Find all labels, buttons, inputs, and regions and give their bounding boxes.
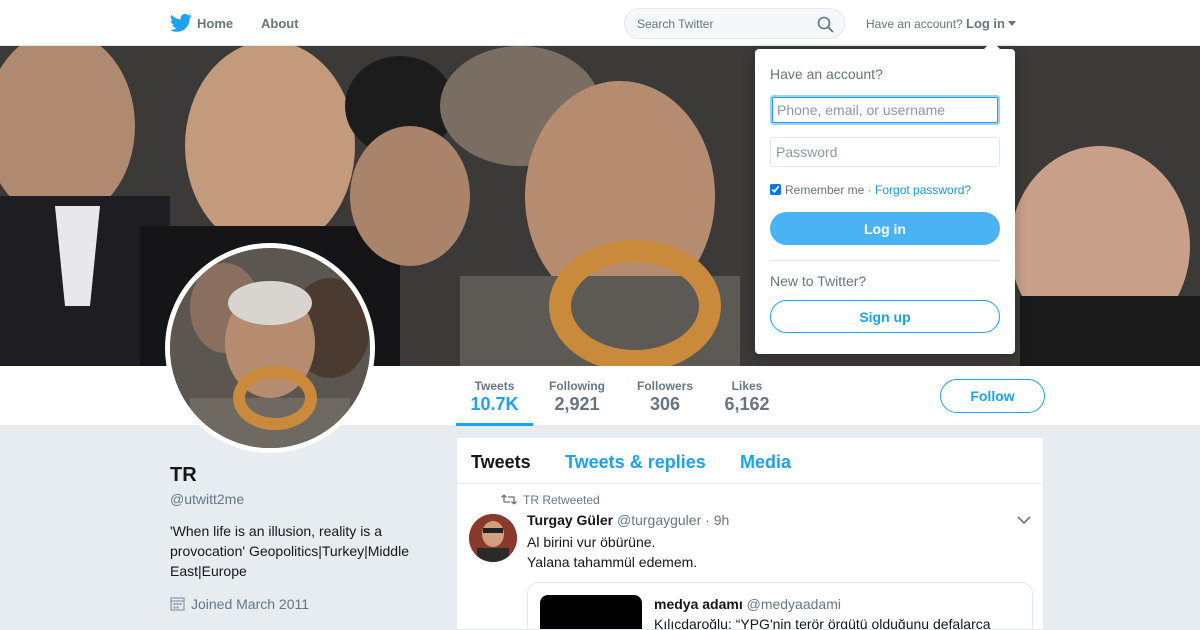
tweet-timestamp[interactable]: · 9h (705, 512, 729, 528)
stat-tweets[interactable]: Tweets 10.7K (456, 366, 533, 426)
tab-tweets[interactable]: Tweets (471, 452, 531, 473)
profile-avatar[interactable] (165, 243, 375, 453)
quoted-tweet-media[interactable] (540, 595, 642, 629)
stat-label: Likes (731, 379, 763, 393)
forgot-password-link[interactable]: Forgot password? (875, 183, 971, 197)
stat-followers[interactable]: Followers 306 (630, 366, 700, 426)
tweet-author-avatar[interactable] (469, 514, 517, 562)
stat-value: 6,162 (724, 394, 770, 414)
login-button[interactable]: Log in (770, 212, 1000, 245)
retweet-icon (501, 494, 517, 505)
separator-dot: · (864, 183, 876, 197)
username-field[interactable] (770, 95, 1000, 125)
retweet-context: TR Retweeted (501, 493, 600, 507)
remember-me-checkbox[interactable] (770, 184, 781, 195)
tweet-author-name[interactable]: Turgay Güler (527, 512, 613, 528)
tab-media[interactable]: Media (740, 452, 791, 473)
quoted-tweet-text: Kılıçdaroğlu: “YPG'nin terör örgütü oldu… (654, 616, 991, 630)
login-dropdown-title: Have an account? (770, 66, 883, 82)
quoted-tweet[interactable]: medya adamı @medyaadami Kılıçdaroğlu: “Y… (527, 582, 1033, 630)
remember-row: Remember me · Forgot password? (770, 183, 971, 197)
tab-tweets-replies[interactable]: Tweets & replies (565, 452, 706, 473)
twitter-bird-icon[interactable] (170, 13, 192, 33)
login-menu-link[interactable]: Log in (966, 16, 1005, 31)
search-box[interactable]: Search Twitter (624, 8, 845, 39)
tweet-author-handle[interactable]: @turgayguler (617, 512, 701, 528)
chevron-down-icon[interactable] (1017, 515, 1031, 525)
profile-name[interactable]: TR (170, 464, 197, 487)
search-input[interactable]: Search Twitter (637, 17, 713, 31)
stat-following[interactable]: Following 2,921 (540, 366, 614, 426)
quoted-author-name: medya adamı (654, 596, 743, 612)
retweet-label[interactable]: TR Retweeted (523, 493, 600, 507)
follow-button[interactable]: Follow (940, 379, 1045, 413)
signup-button[interactable]: Sign up (770, 300, 1000, 333)
divider (770, 260, 1000, 261)
remember-me-label[interactable]: Remember me (785, 183, 864, 197)
search-icon[interactable] (817, 16, 834, 33)
tweet-text: Al birini vur öbürüne. Yalana tahammül e… (527, 532, 697, 572)
have-account-text: Have an account? (866, 17, 963, 31)
nav-home-link[interactable]: Home (197, 16, 233, 31)
quoted-author-handle: @medyaadami (746, 596, 841, 612)
tweet-header: Turgay Güler @turgayguler · 9h (527, 512, 729, 528)
stat-value: 306 (649, 394, 681, 414)
stat-label: Followers (636, 379, 693, 393)
nav-about-link[interactable]: About (261, 16, 299, 31)
stat-value: 2,921 (554, 394, 600, 414)
stat-label: Following (549, 379, 605, 393)
top-navigation-bar: Home About Search Twitter Have an accoun… (0, 0, 1200, 46)
login-dropdown: Have an account? Remember me · Forgot pa… (755, 41, 1015, 354)
profile-joined-date: Joined March 2011 (170, 596, 309, 612)
stat-value: 10.7K (470, 394, 519, 414)
timeline: Tweets Tweets & replies Media TR Retweet… (456, 437, 1044, 630)
profile-bio: 'When life is an illusion, reality is a … (170, 523, 409, 579)
calendar-icon (170, 597, 185, 611)
profile-handle[interactable]: @utwitt2me (170, 491, 244, 507)
caret-down-icon[interactable] (1008, 21, 1016, 26)
quoted-tweet-header: medya adamı @medyaadami (654, 596, 841, 612)
new-to-twitter-text: New to Twitter? (770, 273, 867, 289)
tweet-text-line: Al birini vur öbürüne. (527, 534, 656, 550)
stat-label: Tweets (474, 379, 515, 393)
timeline-tabs: Tweets Tweets & replies Media (457, 438, 1043, 484)
stat-likes[interactable]: Likes 6,162 (716, 366, 778, 426)
password-field[interactable] (770, 137, 1000, 167)
tweet-text-line: Yalana tahammül edemem. (527, 554, 698, 570)
joined-text: Joined March 2011 (191, 596, 310, 612)
